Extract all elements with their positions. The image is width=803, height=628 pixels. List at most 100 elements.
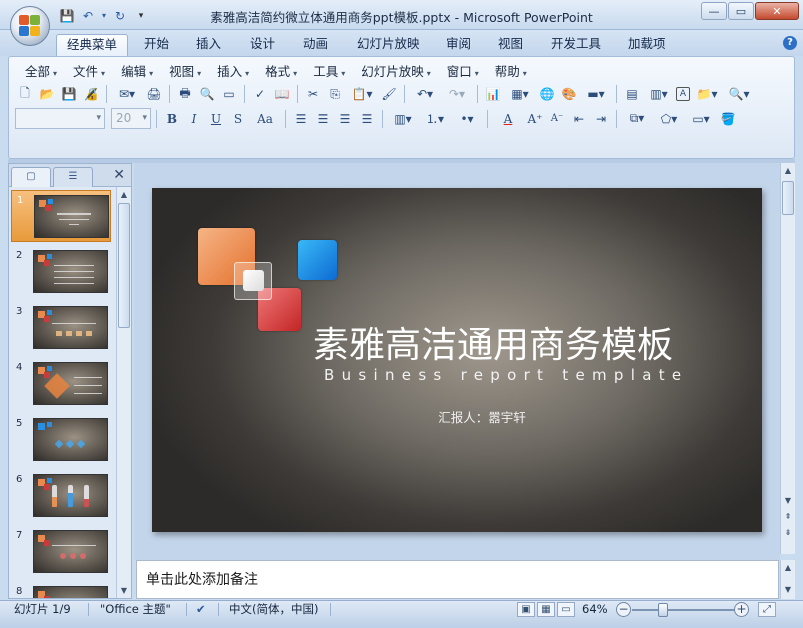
tab-slideshow[interactable]: 幻灯片放映	[347, 34, 430, 56]
tab-home[interactable]: 开始	[134, 34, 179, 56]
tab-developer[interactable]: 开发工具	[541, 34, 611, 56]
menu-all[interactable]: 全部 ▾	[17, 63, 65, 81]
menu-file[interactable]: 文件 ▾	[65, 63, 113, 81]
normal-view-icon[interactable]: ▣	[517, 602, 535, 617]
scroll-down-icon[interactable]: ▼	[781, 493, 795, 508]
menu-insert[interactable]: 插入 ▾	[209, 63, 257, 81]
slide-reporter[interactable]: 汇报人：嚣宇轩	[412, 407, 552, 426]
zoom-icon[interactable]: 🔍▾	[724, 84, 754, 104]
paste-icon[interactable]: 📋▾	[347, 84, 377, 104]
slide-subtitle[interactable]: Business report template	[324, 366, 681, 384]
undo-icon[interactable]: ↶▾	[410, 84, 440, 104]
print-icon[interactable]: 🖶	[175, 84, 195, 104]
redo-icon[interactable]: ↷▾	[442, 84, 472, 104]
white-square-shape[interactable]	[234, 262, 272, 300]
zoom-slider-thumb[interactable]	[658, 603, 668, 617]
open-icon[interactable]: 📂	[37, 84, 57, 104]
decrease-indent-icon[interactable]: ⇤	[569, 109, 589, 129]
slide-thumbnail-8[interactable]: 8	[11, 582, 111, 598]
slide-thumbnail-6[interactable]: 6	[11, 470, 111, 522]
close-pane-icon[interactable]: ✕	[113, 167, 125, 183]
menu-view[interactable]: 视图 ▾	[161, 63, 209, 81]
next-slide-icon[interactable]: ⇟	[781, 525, 795, 540]
columns-icon[interactable]: ▥▾	[388, 109, 418, 129]
print-preview-icon[interactable]: 🔍	[197, 84, 217, 104]
arrange-icon[interactable]: ⧉▾	[622, 109, 652, 129]
tab-review[interactable]: 审阅	[436, 34, 481, 56]
menu-edit[interactable]: 编辑 ▾	[113, 63, 161, 81]
office-button[interactable]	[10, 6, 50, 46]
email-icon[interactable]: ✉▾	[112, 84, 142, 104]
color-grayscale-icon[interactable]: 🎨	[559, 84, 579, 104]
tab-addins[interactable]: 加载项	[618, 34, 676, 56]
previous-slide-icon[interactable]: ⇞	[781, 509, 795, 524]
tab-slides[interactable]: ▢	[11, 167, 51, 187]
save-icon[interactable]: 💾	[59, 84, 79, 104]
scroll-down-icon[interactable]: ▼	[117, 583, 131, 598]
spelling-check-icon[interactable]: ✔	[196, 601, 206, 618]
tab-classic-menu[interactable]: 经典菜单	[56, 34, 129, 56]
zoom-out-icon[interactable]: −	[616, 602, 631, 617]
format-painter-icon[interactable]: 🖌	[379, 84, 399, 104]
chart-icon[interactable]: 📊	[483, 84, 503, 104]
slide-title[interactable]: 素雅高洁通用商务模板	[304, 316, 682, 368]
increase-indent-icon[interactable]: ⇥	[591, 109, 611, 129]
align-right-icon[interactable]: ☰	[335, 109, 355, 129]
menu-slideshow[interactable]: 幻灯片放映 ▾	[353, 63, 439, 81]
help-icon[interactable]: ?	[783, 36, 797, 50]
cut-icon[interactable]: ✂	[303, 84, 323, 104]
show-formatting-icon[interactable]: ▬▾	[581, 84, 611, 104]
bold-button[interactable]: B	[162, 109, 182, 129]
research-icon[interactable]: 📖	[272, 84, 292, 104]
fit-to-window-icon[interactable]: ⤢	[758, 602, 776, 617]
menu-window[interactable]: 窗口 ▾	[439, 63, 487, 81]
slide-sorter-icon[interactable]: ▦	[537, 602, 555, 617]
slide-thumbnail-4[interactable]: 4	[11, 358, 111, 410]
font-name-combo[interactable]	[15, 108, 105, 129]
layout-icon[interactable]: ▥▾	[644, 84, 674, 104]
scroll-thumb[interactable]	[118, 203, 130, 328]
folder-icon[interactable]: 📁▾	[692, 84, 722, 104]
blue-square-shape[interactable]	[298, 240, 337, 280]
zoom-slider-track[interactable]	[632, 609, 736, 611]
zoom-in-icon[interactable]: +	[734, 602, 749, 617]
grow-font-icon[interactable]: A⁺	[525, 109, 545, 129]
tab-animation[interactable]: 动画	[293, 34, 338, 56]
menu-format[interactable]: 格式 ▾	[257, 63, 305, 81]
current-slide[interactable]: 素雅高洁通用商务模板 Business report template 汇报人：…	[152, 188, 762, 532]
scroll-down-icon[interactable]: ▼	[781, 582, 795, 597]
bullets-icon[interactable]: •▾	[452, 109, 482, 129]
textbox-icon[interactable]: A	[676, 87, 690, 101]
slide-thumbnail-1[interactable]: 1	[11, 190, 111, 242]
menu-help[interactable]: 帮助 ▾	[487, 63, 535, 81]
notes-pane[interactable]: 单击此处添加备注	[136, 560, 779, 599]
spelling-icon[interactable]: ✓	[250, 84, 270, 104]
normal-view-icon[interactable]: ▭	[219, 84, 239, 104]
italic-button[interactable]: I	[184, 109, 204, 129]
table-icon[interactable]: ▦▾	[505, 84, 535, 104]
thumbnail-scrollbar[interactable]: ▲ ▼	[116, 187, 131, 598]
permission-icon[interactable]: 🔏	[81, 84, 101, 104]
justify-icon[interactable]: ☰	[357, 109, 377, 129]
font-color-button[interactable]: A	[493, 109, 523, 129]
scroll-up-icon[interactable]: ▲	[781, 560, 795, 575]
numbering-icon[interactable]: ⒈▾	[420, 109, 450, 129]
tab-insert[interactable]: 插入	[186, 34, 231, 56]
shrink-font-icon[interactable]: A⁻	[547, 109, 567, 129]
slideshow-view-icon[interactable]: ▭	[557, 602, 575, 617]
scroll-up-icon[interactable]: ▲	[117, 187, 131, 202]
slide-scrollbar[interactable]: ▲ ▼ ⇞ ⇟	[780, 163, 795, 554]
shapes-icon[interactable]: ⬠▾	[654, 109, 684, 129]
language-indicator[interactable]: 中文(简体，中国)	[229, 601, 318, 618]
scroll-thumb[interactable]	[782, 181, 794, 215]
tab-view[interactable]: 视图	[488, 34, 533, 56]
hyperlink-icon[interactable]: 🌐	[537, 84, 557, 104]
slide-thumbnail-7[interactable]: 7	[11, 526, 111, 578]
align-center-icon[interactable]: ☰	[313, 109, 333, 129]
font-size-combo[interactable]: 20	[111, 108, 151, 129]
align-left-icon[interactable]: ☰	[291, 109, 311, 129]
tab-design[interactable]: 设计	[240, 34, 285, 56]
new-slide-icon[interactable]: ▤	[622, 84, 642, 104]
slide-thumbnail-2[interactable]: 2	[11, 246, 111, 298]
change-case-button[interactable]: Aa	[250, 109, 280, 129]
